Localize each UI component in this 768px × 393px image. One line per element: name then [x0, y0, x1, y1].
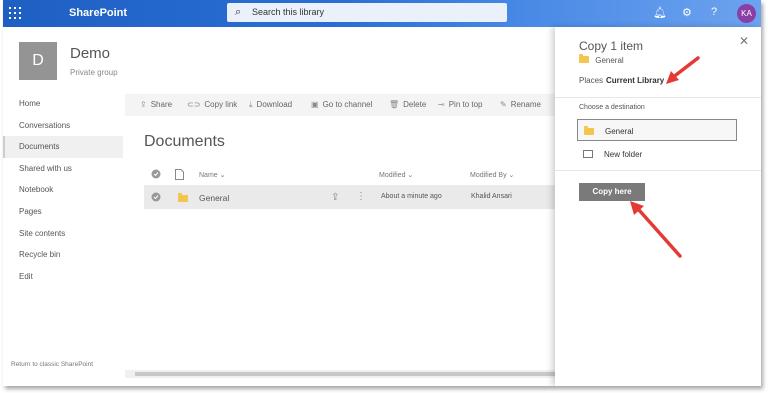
- nav-item-notebook[interactable]: Notebook: [3, 179, 123, 201]
- row-name[interactable]: General: [199, 193, 229, 203]
- divider: [555, 170, 761, 171]
- nav-item-documents[interactable]: Documents: [3, 136, 123, 158]
- nav-item-site-contents[interactable]: Site contents: [3, 223, 123, 245]
- download-icon: ⤓: [249, 100, 253, 109]
- teams-icon: ▣: [311, 100, 319, 109]
- bell-icon[interactable]: 🔔︎: [653, 6, 667, 19]
- help-icon[interactable]: ?: [711, 6, 717, 18]
- column-header-name[interactable]: Name ⌄: [199, 171, 226, 179]
- new-folder-icon: [583, 150, 593, 158]
- nav-item-pages[interactable]: Pages: [3, 201, 123, 223]
- site-subtitle: Private group: [70, 68, 118, 77]
- divider: [555, 97, 761, 98]
- suite-header: SharePoint ⌕ Search this library 🔔︎ ⚙ ? …: [3, 0, 761, 27]
- close-icon[interactable]: ✕: [739, 34, 749, 48]
- chevron-down-icon: ⌄: [407, 172, 414, 179]
- choose-destination-label: Choose a destination: [579, 104, 645, 111]
- chevron-down-icon: ⌄: [219, 172, 226, 179]
- left-navigation: Home Conversations Documents Shared with…: [3, 93, 123, 287]
- app-name[interactable]: SharePoint: [69, 7, 127, 19]
- panel-title: Copy 1 item: [579, 39, 644, 53]
- folder-icon: [178, 193, 188, 202]
- file-type-icon: [175, 169, 184, 180]
- library-title: Documents: [144, 133, 225, 150]
- download-button[interactable]: ⤓ Download: [249, 100, 292, 110]
- row-modified-by[interactable]: Khalid Ansari: [471, 193, 512, 200]
- row-modified: About a minute ago: [381, 193, 442, 200]
- column-header-modified-by[interactable]: Modified By ⌄: [470, 171, 514, 179]
- folder-icon: [584, 126, 594, 135]
- rename-icon: ✎: [500, 100, 507, 109]
- search-icon: ⌕: [235, 6, 242, 18]
- rename-button[interactable]: ✎ Rename: [500, 100, 541, 109]
- copy-panel: Copy 1 item ✕ General Places Current Libr…: [555, 27, 761, 386]
- chevron-down-icon: ⌄: [508, 172, 515, 179]
- nav-item-home[interactable]: Home: [3, 93, 123, 115]
- column-header-modified[interactable]: Modified ⌄: [379, 171, 413, 179]
- search-input[interactable]: Search this library: [252, 7, 324, 17]
- classic-sharepoint-link[interactable]: Return to classic SharePoint: [11, 361, 93, 368]
- share-icon[interactable]: ⇪: [331, 192, 339, 203]
- nav-item-conversations[interactable]: Conversations: [3, 115, 123, 137]
- scrollbar-thumb[interactable]: [135, 372, 555, 376]
- share-button[interactable]: ⇪ Share: [140, 100, 172, 109]
- link-icon: ⊂⊃: [187, 100, 201, 109]
- panel-item: General: [579, 54, 624, 65]
- more-options-icon[interactable]: ⋮: [356, 191, 366, 202]
- table-row[interactable]: General ⇪ ⋮ About a minute ago Khalid An…: [144, 185, 556, 209]
- trash-icon: 🗑︎: [389, 100, 400, 109]
- nav-item-shared-with-us[interactable]: Shared with us: [3, 158, 123, 180]
- new-folder-button[interactable]: New folder: [577, 145, 737, 165]
- pin-to-top-button[interactable]: ⊸ Pin to top: [438, 100, 483, 109]
- site-logo[interactable]: D: [19, 42, 57, 80]
- command-bar: ⇪ Share ⊂⊃ Copy link ⤓ Download ▣ Go to chan…: [125, 94, 565, 116]
- row-checkbox-icon[interactable]: [151, 192, 161, 202]
- copy-link-button[interactable]: ⊂⊃ Copy link: [187, 100, 237, 109]
- share-icon: ⇪: [140, 100, 147, 109]
- copy-here-button[interactable]: Copy here: [579, 183, 645, 201]
- app-launcher-icon[interactable]: [9, 7, 21, 19]
- nav-item-recycle-bin[interactable]: Recycle bin: [3, 244, 123, 266]
- places-current-library[interactable]: Current Library: [606, 76, 664, 85]
- search-box[interactable]: ⌕ Search this library: [227, 3, 507, 22]
- destination-general[interactable]: General: [577, 119, 737, 141]
- places-breadcrumb: Places Current Library: [579, 76, 665, 85]
- select-all-icon[interactable]: [151, 169, 161, 179]
- horizontal-scrollbar[interactable]: [125, 370, 558, 378]
- delete-button[interactable]: 🗑︎ Delete: [389, 100, 426, 109]
- pin-icon: ⊸: [438, 100, 445, 109]
- folder-icon: [579, 54, 589, 63]
- go-to-channel-button[interactable]: ▣ Go to channel: [311, 100, 372, 109]
- app-frame: SharePoint ⌕ Search this library 🔔︎ ⚙ ? …: [3, 0, 761, 386]
- nav-item-edit[interactable]: Edit: [3, 266, 123, 288]
- gear-icon[interactable]: ⚙: [682, 6, 692, 19]
- avatar[interactable]: KA: [737, 4, 756, 23]
- site-title[interactable]: Demo: [70, 45, 110, 62]
